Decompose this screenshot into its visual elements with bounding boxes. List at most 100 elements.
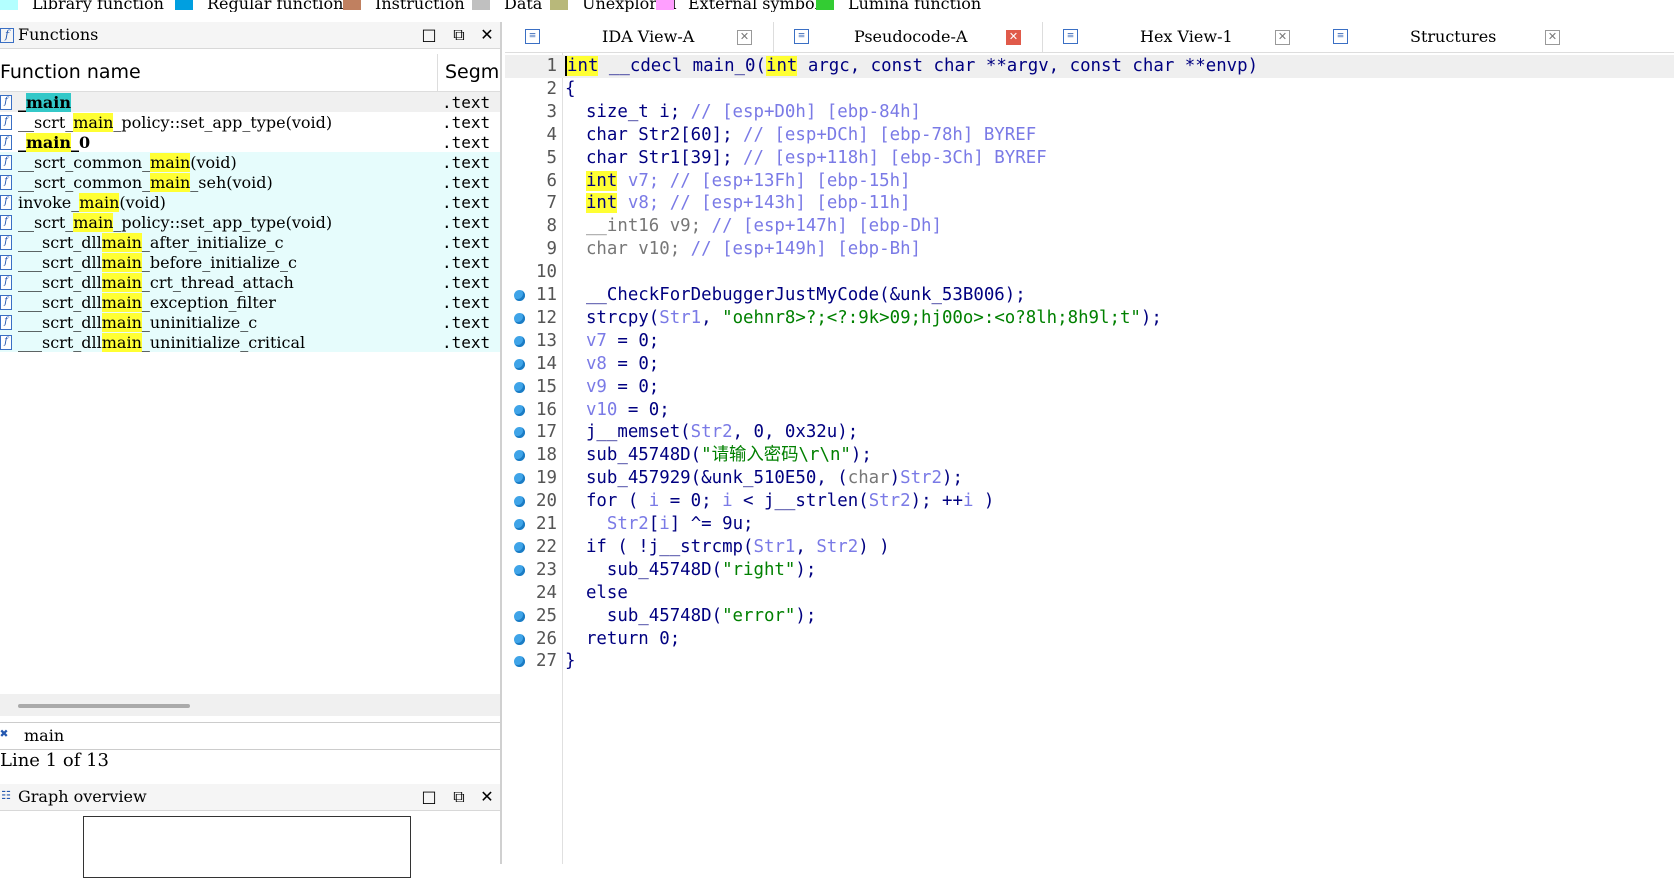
filter-input[interactable]: main	[24, 726, 64, 745]
legend-label: Instruction	[375, 0, 465, 12]
restore-icon[interactable]: ⧉	[450, 26, 468, 44]
code-line[interactable]: 7 int v8; // [esp+143h] [ebp-11h]	[505, 192, 1674, 215]
restore-icon[interactable]: ⧉	[450, 788, 468, 806]
ida-view-icon: ≡	[525, 29, 540, 44]
tab-label: IDA View-A	[602, 27, 695, 46]
code-line[interactable]: 5 char Str1[39]; // [esp+118h] [ebp-3Ch]…	[505, 147, 1674, 170]
close-icon[interactable]: ✕	[478, 788, 496, 806]
function-row[interactable]: f __scrt_common_main(void) .text	[0, 152, 500, 172]
code-line[interactable]: 24 else	[505, 582, 1674, 605]
code-line[interactable]: 20 for ( i = 0; i < j__strlen(Str2); ++i…	[505, 490, 1674, 513]
functions-list: f _main .text f __scrt_main_policy::set_app_…	[0, 92, 500, 352]
code-text: strcpy(Str1, "oehnr8>?;<?:9k>09;hj00o>:<…	[585, 307, 1162, 328]
line-number: 6	[546, 170, 557, 191]
code-text: return 0;	[585, 628, 681, 649]
function-row[interactable]: f __scrt_common_main_seh(void) .text	[0, 172, 500, 192]
code-line[interactable]: 25 sub_45748D("error");	[505, 605, 1674, 628]
function-name: ___scrt_dllmain_exception_filter	[18, 293, 276, 312]
line-number: 7	[546, 193, 557, 214]
code-line[interactable]: 13 v7 = 0;	[505, 330, 1674, 353]
tab-structures[interactable]: ≡ Structures ✕	[1313, 22, 1581, 52]
function-name: ___scrt_dllmain_after_initialize_c	[18, 233, 284, 252]
code-line[interactable]: 12 strcpy(Str1, "oehnr8>?;<?:9k>09;hj00o…	[505, 307, 1674, 330]
code-text: v8 = 0;	[585, 353, 660, 374]
code-line[interactable]: 8 __int16 v9; // [esp+147h] [ebp-Dh]	[505, 215, 1674, 238]
legend-swatch	[343, 0, 361, 10]
line-number: 27	[536, 651, 557, 672]
close-tab-icon[interactable]: ✕	[1006, 30, 1021, 45]
code-line[interactable]: 18 sub_45748D("请输入密码\r\n");	[505, 444, 1674, 467]
tab-label: Structures	[1410, 27, 1497, 46]
function-row[interactable]: f __scrt_main_policy::set_app_type(void).…	[0, 212, 500, 232]
function-segment: .text	[442, 313, 491, 332]
line-number: 25	[536, 605, 557, 626]
column-function-name[interactable]: Function name	[0, 61, 141, 83]
column-separator[interactable]	[437, 54, 438, 91]
legend-swatch	[816, 0, 834, 10]
tab-pseudocode-a[interactable]: ≡ Pseudocode-A ✕	[773, 22, 1043, 52]
column-segment[interactable]: Segment	[445, 61, 500, 83]
function-icon: f	[0, 275, 12, 290]
legend-label: External symbol	[688, 0, 820, 12]
function-row[interactable]: f _main .text	[0, 92, 500, 112]
code-text: int v7; // [esp+13Fh] [ebp-15h]	[585, 170, 911, 191]
code-line[interactable]: 2{	[505, 78, 1674, 101]
function-icon: f	[0, 115, 12, 130]
function-row[interactable]: f _main_0 .text	[0, 132, 500, 152]
line-number: 9	[546, 239, 557, 260]
code-line[interactable]: 3 size_t i; // [esp+D0h] [ebp-84h]	[505, 101, 1674, 124]
maximize-icon[interactable]: □	[420, 26, 438, 44]
code-line[interactable]: 10	[505, 261, 1674, 284]
function-segment: .text	[442, 113, 491, 132]
clear-filter-icon[interactable]: ✖	[0, 726, 8, 742]
function-row[interactable]: f ___scrt_dllmain_exception_filter .text	[0, 292, 500, 312]
function-row[interactable]: f ___scrt_dllmain_before_initialize_c .tex…	[0, 252, 500, 272]
structures-icon: ≡	[1333, 29, 1348, 44]
horizontal-scrollbar-thumb[interactable]	[18, 704, 190, 708]
code-line[interactable]: 26 return 0;	[505, 628, 1674, 651]
close-tab-icon[interactable]: ✕	[1275, 30, 1290, 45]
code-line[interactable]: 14 v8 = 0;	[505, 353, 1674, 376]
function-icon: f	[0, 215, 12, 230]
code-line[interactable]: 1 int __cdecl main_0(int argc, const char…	[505, 55, 1674, 78]
pseudocode-view[interactable]: 1 int __cdecl main_0(int argc, const char…	[505, 53, 1674, 864]
code-line[interactable]: 19 sub_457929(&unk_510E50, (char)Str2);	[505, 467, 1674, 490]
code-line[interactable]: 16 v10 = 0;	[505, 399, 1674, 422]
function-row[interactable]: f ___scrt_dllmain_crt_thread_attach .text	[0, 272, 500, 292]
close-icon[interactable]: ✕	[478, 26, 496, 44]
panel-splitter[interactable]	[500, 22, 502, 864]
tab-hex-view-1[interactable]: ≡ Hex View-1 ✕	[1043, 22, 1311, 52]
code-line[interactable]: 15 v9 = 0;	[505, 376, 1674, 399]
function-row[interactable]: f ___scrt_dllmain_after_initialize_c .text	[0, 232, 500, 252]
function-row[interactable]: f __scrt_main_policy::set_app_type(void).…	[0, 112, 500, 132]
code-line[interactable]: 27}	[505, 650, 1674, 673]
graph-overview-canvas[interactable]	[83, 816, 411, 878]
line-number: 4	[546, 124, 557, 145]
code-line[interactable]: 17 j__memset(Str2, 0, 0x32u);	[505, 421, 1674, 444]
close-tab-icon[interactable]: ✕	[1545, 30, 1560, 45]
close-tab-icon[interactable]: ✕	[737, 30, 752, 45]
code-line[interactable]: 21 Str2[i] ^= 9u;	[505, 513, 1674, 536]
function-row[interactable]: f ___scrt_dllmain_uninitialize_c .text	[0, 312, 500, 332]
function-segment: .text	[442, 173, 491, 192]
function-icon: f	[0, 155, 12, 170]
code-line[interactable]: 9 char v10; // [esp+149h] [ebp-Bh]	[505, 238, 1674, 261]
code-line[interactable]: 23 sub_45748D("right");	[505, 559, 1674, 582]
function-name: ___scrt_dllmain_uninitialize_c	[18, 313, 258, 332]
code-text: sub_457929(&unk_510E50, (char)Str2);	[585, 468, 963, 489]
code-line[interactable]: 22 if ( !j__strcmp(Str1, Str2) )	[505, 536, 1674, 559]
function-segment: .text	[442, 333, 491, 352]
code-text: else	[585, 582, 628, 603]
function-segment: .text	[442, 213, 491, 232]
function-icon: f	[0, 255, 12, 270]
graph-icon: ☷	[1, 789, 11, 802]
line-number: 24	[536, 582, 557, 603]
code-text: sub_45748D("请输入密码\r\n");	[585, 445, 872, 466]
function-row[interactable]: f invoke_main(void) .text	[0, 192, 500, 212]
maximize-icon[interactable]: □	[420, 788, 438, 806]
code-line[interactable]: 11 __CheckForDebuggerJustMyCode(&unk_53B…	[505, 284, 1674, 307]
code-line[interactable]: 6 int v7; // [esp+13Fh] [ebp-15h]	[505, 170, 1674, 193]
tab-ida-view-a[interactable]: ≡ IDA View-A ✕	[505, 22, 773, 52]
function-row[interactable]: f ___scrt_dllmain_uninitialize_critical .t…	[0, 332, 500, 352]
code-line[interactable]: 4 char Str2[60]; // [esp+DCh] [ebp-78h] …	[505, 124, 1674, 147]
